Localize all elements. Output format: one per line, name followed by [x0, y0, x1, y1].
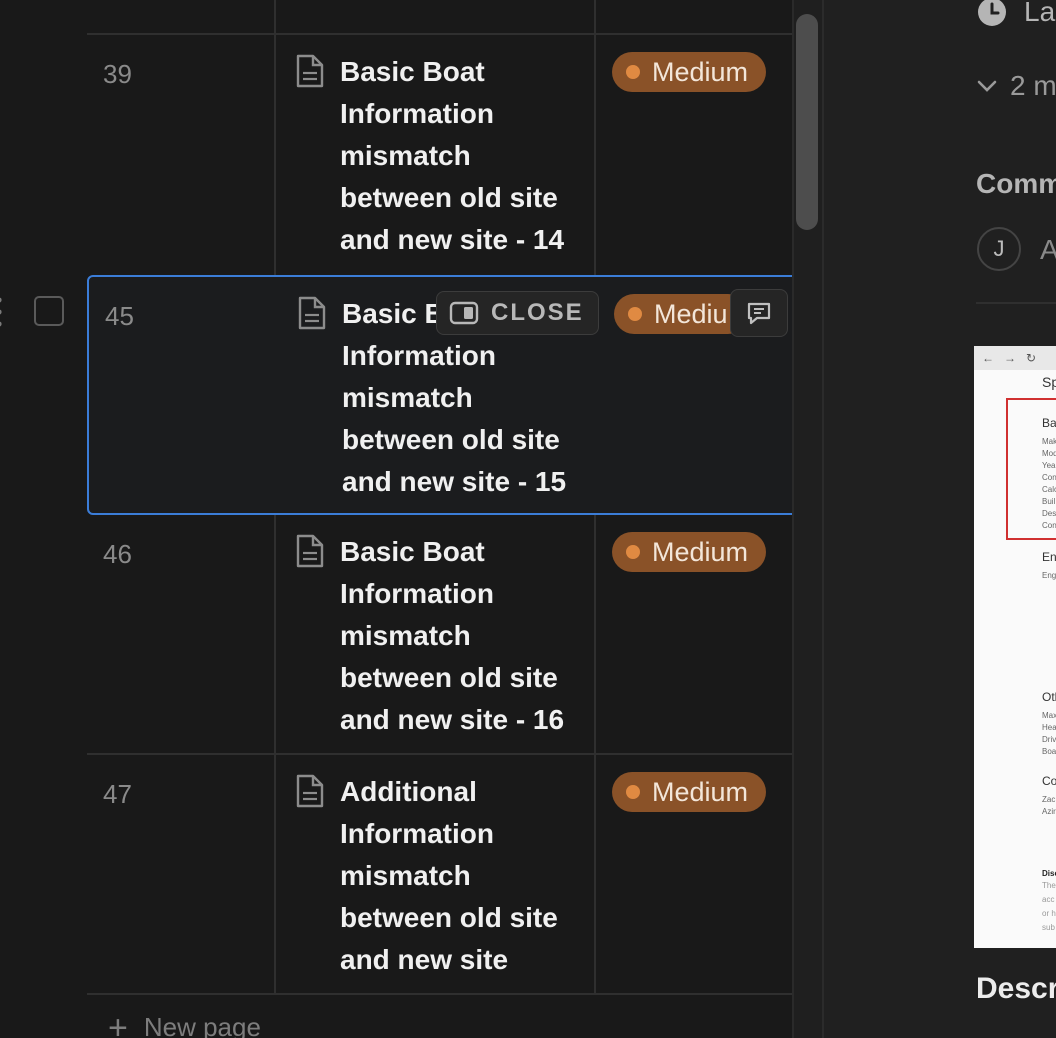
new-page-label: New page	[143, 1012, 261, 1038]
screenshot-line: Yea	[1042, 461, 1056, 470]
last-edited-label: La	[1024, 0, 1056, 27]
priority-dot	[626, 785, 640, 799]
document-icon	[296, 774, 324, 808]
document-icon	[296, 54, 324, 88]
row-divider	[87, 993, 822, 995]
priority-badge[interactable]: Medium	[612, 772, 767, 812]
screenshot-line: Zac	[1042, 795, 1056, 804]
priority-label: Medium	[652, 776, 749, 807]
clock-icon	[978, 0, 1006, 26]
table-row[interactable]: 46 Basic Boat Information mismatch betwe…	[87, 515, 822, 753]
description-heading: Descr	[976, 972, 1056, 1005]
comment-icon	[747, 302, 771, 325]
row-checkbox[interactable]	[34, 296, 64, 326]
table-row[interactable]: 39 Basic Boat Information mismatch betwe…	[87, 35, 822, 273]
avatar: J	[977, 227, 1021, 271]
more-properties-label: 2 m	[1010, 70, 1056, 101]
screenshot-header: Sp	[1042, 374, 1056, 390]
reload-icon: ↻	[1026, 351, 1037, 365]
screenshot-section: Oth	[1042, 690, 1056, 704]
screenshot-line: Des	[1042, 509, 1056, 518]
screenshot-section: Bas	[1042, 416, 1056, 430]
row-number: 47	[103, 779, 132, 809]
screenshot-section: Co	[1042, 774, 1056, 788]
drag-handle-icon[interactable]	[0, 296, 6, 328]
priority-label: Medium	[652, 56, 749, 87]
section-divider	[976, 302, 1056, 304]
screenshot-line: Mak	[1042, 437, 1056, 446]
comment-button[interactable]	[730, 289, 788, 337]
row-title-link[interactable]: Additional Information mismatch between …	[340, 771, 580, 981]
row-number: 46	[103, 539, 132, 569]
screenshot-line: Azir	[1042, 807, 1056, 816]
priority-dot	[626, 545, 640, 559]
screenshot-line: sub	[1042, 923, 1055, 932]
browser-toolbar: ← → ↻	[974, 346, 1056, 370]
priority-badge[interactable]: Mediu	[614, 294, 748, 334]
screenshot-line: Eng	[1042, 571, 1056, 580]
row-title-rest: Information mismatch between old site an…	[342, 340, 567, 497]
chevron-down-icon	[977, 80, 997, 92]
page-peek-panel: La 2 m Comm J A ← → ↻ Sp Bas Mak Mod Yea…	[822, 0, 1056, 1038]
table-row-selected[interactable]: 45 Basic B Information mismatch between …	[87, 275, 822, 515]
row-title-visible: Basic B	[342, 298, 445, 329]
document-icon	[298, 296, 326, 330]
screenshot-line: Max	[1042, 711, 1056, 720]
screenshot-line: or h	[1042, 909, 1056, 918]
new-page-button[interactable]: + New page	[108, 1008, 261, 1038]
screenshot-line: acc	[1042, 895, 1055, 904]
row-number: 45	[105, 301, 134, 331]
screenshot-line: Con	[1042, 473, 1056, 482]
priority-dot	[626, 65, 640, 79]
sidebar-panel-icon	[449, 301, 479, 325]
forward-arrow-icon: →	[1004, 351, 1016, 365]
row-title-link[interactable]: Basic Boat Information mismatch between …	[340, 51, 580, 261]
priority-dot	[628, 307, 642, 321]
screenshot-line: Con	[1042, 521, 1056, 530]
back-arrow-icon: ←	[982, 351, 994, 365]
row-title-link[interactable]: Basic Boat Information mismatch between …	[340, 531, 580, 741]
screenshot-section: Disc	[1042, 869, 1056, 878]
close-label: CLOSE	[491, 299, 584, 326]
scrollbar-thumb[interactable]	[796, 14, 818, 230]
priority-label: Mediu	[654, 298, 728, 329]
plus-icon: +	[108, 1008, 128, 1038]
row-number: 39	[103, 59, 132, 89]
add-comment-input[interactable]: A	[1040, 234, 1056, 266]
screenshot-line: Calc	[1042, 485, 1056, 494]
screenshot-line: Mod	[1042, 449, 1056, 458]
database-table: 39 Basic Boat Information mismatch betwe…	[0, 0, 822, 1038]
screenshot-line: Boa	[1042, 747, 1056, 756]
priority-badge[interactable]: Medium	[612, 52, 767, 92]
screenshot-section: Eng	[1042, 550, 1056, 564]
document-icon	[296, 534, 324, 568]
more-properties-toggle[interactable]: 2 m	[976, 70, 1056, 102]
comments-heading: Comm	[976, 168, 1056, 199]
screenshot-line: The	[1042, 881, 1056, 890]
last-edited-property[interactable]: La	[976, 0, 1055, 28]
close-peek-button[interactable]: CLOSE	[436, 291, 599, 335]
priority-label: Medium	[652, 536, 749, 567]
table-row[interactable]: 47 Additional Information mismatch betwe…	[87, 755, 822, 993]
screenshot-line: Buil	[1042, 497, 1056, 506]
embedded-screenshot-image[interactable]: ← → ↻ Sp Bas Mak Mod Yea Con Calc Buil D…	[974, 346, 1056, 948]
priority-badge[interactable]: Medium	[612, 532, 767, 572]
screenshot-line: Hea	[1042, 723, 1056, 732]
screenshot-line: Driv	[1042, 735, 1056, 744]
